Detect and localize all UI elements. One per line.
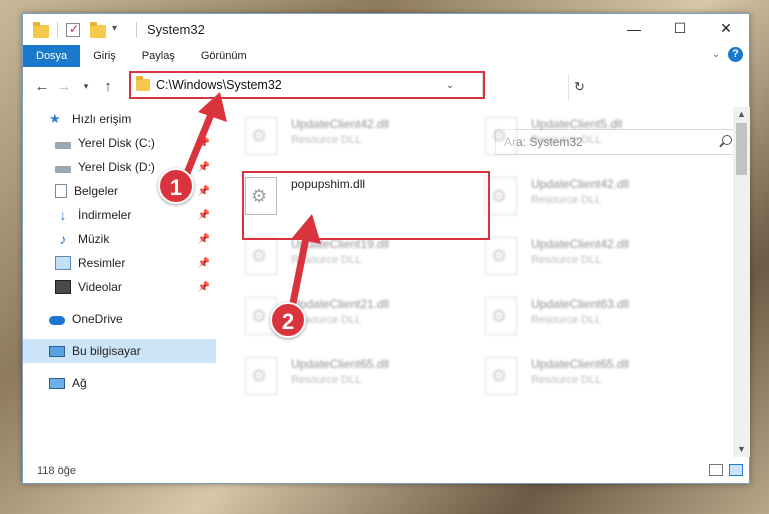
step-badge-2: 2 xyxy=(270,302,306,338)
callout-arrow-1 xyxy=(181,92,227,182)
callout-arrow-2 xyxy=(288,214,321,312)
callout-arrows xyxy=(181,92,321,312)
step-badge-1: 1 xyxy=(158,168,194,204)
